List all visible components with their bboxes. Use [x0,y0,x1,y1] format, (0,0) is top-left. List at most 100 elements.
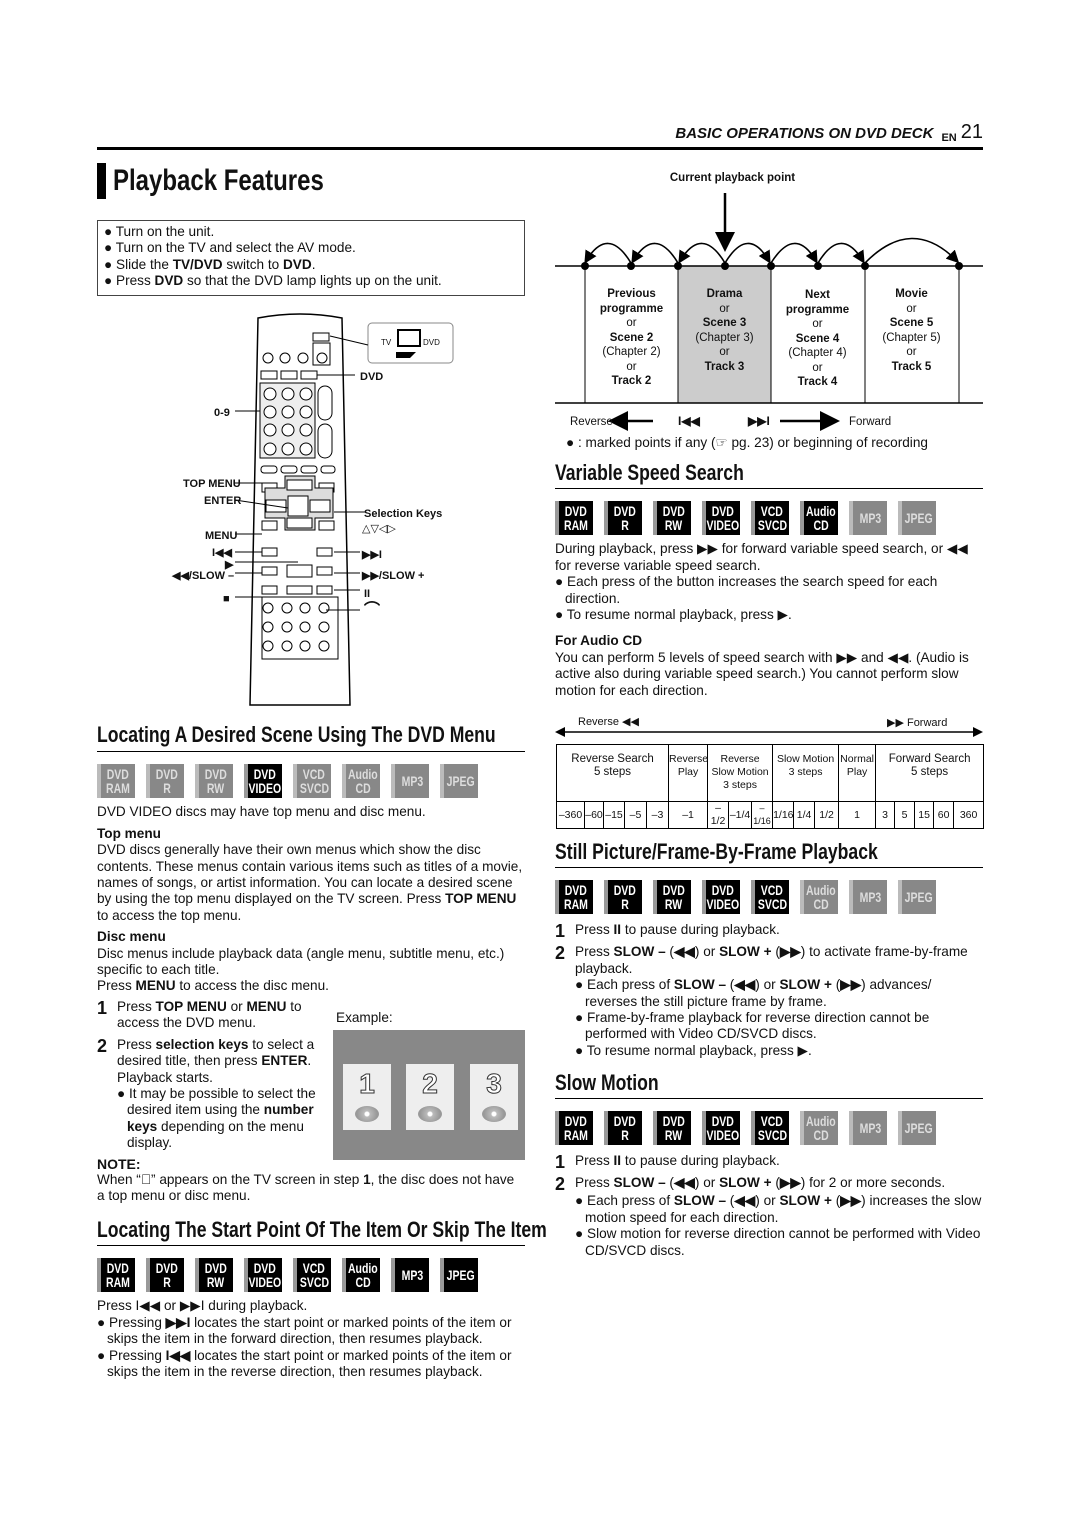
badge-dvd-rw: DVD RW [653,501,691,536]
badge-dvd-ram: DVD RAM [555,880,593,915]
badge-vcd-svcd: VCD SVCD [751,880,789,915]
disc-menu-press: Press MENU to access the disc menu. [97,978,329,994]
cell-current: Drama or Scene 3 (Chapter 3) or Track 3 [695,288,754,373]
step-2: 2 Press SLOW – (◀◀) or SLOW + (▶▶) to act… [555,943,968,976]
badge-mp3: MP3 [849,501,887,536]
subheading-audio-cd: For Audio CD [555,633,643,649]
badge-dvd-ram: DVD RAM [555,501,593,536]
section-slow-motion: Slow Motion DVD RAM DVD R DVD RW DVD VIDEO VCD SV… [555,1071,983,1259]
badge-jpeg: JPEG [440,1258,478,1293]
speed-value: –1/2 [707,801,730,829]
badge-audio-cd: Audio CD [800,880,838,915]
label-menu: MENU [205,530,238,542]
label-enter: ENTER [204,495,242,507]
disc-type-badges: DVD RAM DVD R DVD RW DVD VIDEO VCD SVCD Audio CD MP3… [97,1258,525,1293]
switch-label-dvd: DVD [423,338,440,347]
cell-next: Next programme or Scene 4 (Chapter 4) or Track… [785,289,850,388]
current-playback-label: Current playback point [669,172,796,184]
bullet: ● Slow motion for reverse direction cann… [575,1226,981,1258]
badge-audio-cd: Audio CD [342,1258,380,1293]
badge-dvd-ram: DVD RAM [97,764,135,799]
step-1: 1 Press II to pause during playback. [555,1152,780,1173]
page-title: Playback Features [97,163,376,199]
bullet: ● Pressing I◀◀ locates the start point o… [97,1347,512,1380]
intro-text: DVD VIDEO discs may have top menu and di… [97,804,426,820]
badge-dvd-video: DVD VIDEO [244,1258,282,1293]
step-1: 1 Press TOP MENU or MENU to access the DV… [97,997,302,1031]
speed-value: –1/4 [728,801,753,829]
badge-dvd-ram: DVD RAM [97,1258,135,1293]
label-skip-icon: ⌒ [364,602,381,619]
badge-dvd-video: DVD VIDEO [702,501,740,536]
badge-dvd-rw: DVD RW [195,1258,233,1293]
section-locating-start: Locating The Start Point Of The Item Or … [97,1218,547,1380]
intro-text: During playback, press ▶▶ for forward va… [555,541,968,573]
badge-dvd-video: DVD VIDEO [702,880,740,915]
label-selection-keys: Selection Keys [364,508,443,520]
section-variable-speed: Variable Speed Search DVD RAM DVD R DVD RW DVD… [555,461,983,699]
intro-text: Press I◀◀ or ▶▶I during playback. [97,1298,308,1314]
badge-jpeg: JPEG [898,880,936,915]
disc-icon [482,1106,506,1122]
speed-value: 15 [914,801,935,829]
subheading-disc-menu: Disc menu [97,929,166,945]
speed-value: 360 [953,801,985,829]
badge-audio-cd: Audio CD [800,501,838,536]
example-label: Example: [336,1010,393,1025]
badge-dvd-rw: DVD RW [653,880,691,915]
prep-item: ● Slide the TV/DVD switch to DVD. [104,256,316,272]
speed-group-header: Reverse Play [668,744,708,802]
speed-value: –15 [603,801,625,829]
section-heading: Locating A Desired Scene Using The DVD M… [97,722,496,747]
menu-item-2: 2 [406,1064,454,1130]
cell-previous: Previous programme or Scene 2 (Chapter 2) or T… [599,288,664,387]
step-2-bullet: ● It may be possible to select the desir… [117,1085,316,1151]
menu-item-1: 1 [343,1064,391,1130]
section-name: BASIC OPERATIONS ON DVD DECK [675,125,934,142]
speed-value: –360 [556,801,585,829]
step-1: 1 Press II to pause during playback. [555,921,780,942]
speed-value: 1/16 [772,801,795,829]
marker-dot [955,262,963,270]
label-slow-minus: ◀◀/SLOW – [172,570,235,582]
disc-icon [355,1106,379,1122]
speed-value: –1/16 [751,801,774,829]
badge-dvd-r: DVD R [146,1258,184,1293]
page-number: 21 [960,121,983,143]
speed-value: 1 [838,801,877,829]
speed-value: 3 [875,801,896,829]
badge-dvd-rw: DVD RW [653,1111,691,1146]
prep-item: ● Press DVD so that the DVD lamp lights … [104,273,442,289]
badge-dvd-r: DVD R [604,880,642,915]
badge-jpeg: JPEG [898,1111,936,1146]
badge-mp3: MP3 [849,1111,887,1146]
label-slow-plus: ▶▶/SLOW + [362,570,425,582]
label-selection-arrows: △▽◁▷ [362,523,396,535]
badge-dvd-r: DVD R [604,1111,642,1146]
badge-dvd-video: DVD VIDEO [244,764,282,799]
speed-value: 1/4 [793,801,816,829]
disc-menu-text: Disc menus include playback data (angle … [97,945,505,978]
label-skip-forward: ▶▶I [362,549,382,561]
speed-group-header: Slow Motion 3 steps [772,744,840,802]
skip-back-icon: I◀◀ [678,414,700,428]
step-2: 2 Press selection keys to select a desire… [97,1035,315,1085]
badge-dvd-ram: DVD RAM [555,1111,593,1146]
speed-value: 60 [933,801,955,829]
speed-value: –5 [624,801,647,829]
label-dvd-button: DVD [360,371,384,383]
preparation-box: ● Turn on the unit. ● Turn on the TV and… [97,220,525,296]
title-bar [97,163,106,199]
marker-dot [581,262,589,270]
bullet: ● Each press of SLOW – (◀◀) or SLOW + (▶… [575,977,932,1009]
bullet: ● Pressing ▶▶I locates the start point o… [97,1314,512,1347]
prep-item: ● Turn on the unit. [104,224,215,239]
badge-vcd-svcd: VCD SVCD [751,501,789,536]
disc-type-badges: DVD RAM DVD R DVD RW DVD VIDEO VCD SVCD Audio CD MP3… [555,880,983,915]
section-heading: Still Picture/Frame-By-Frame Playback [555,839,878,864]
bullet: ● Each press of SLOW – (◀◀) or SLOW + (▶… [575,1193,982,1225]
subheading-top-menu: Top menu [97,825,161,841]
header-rule [97,147,983,150]
marker-dot [674,262,682,270]
reverse-label: Reverse [570,416,613,428]
